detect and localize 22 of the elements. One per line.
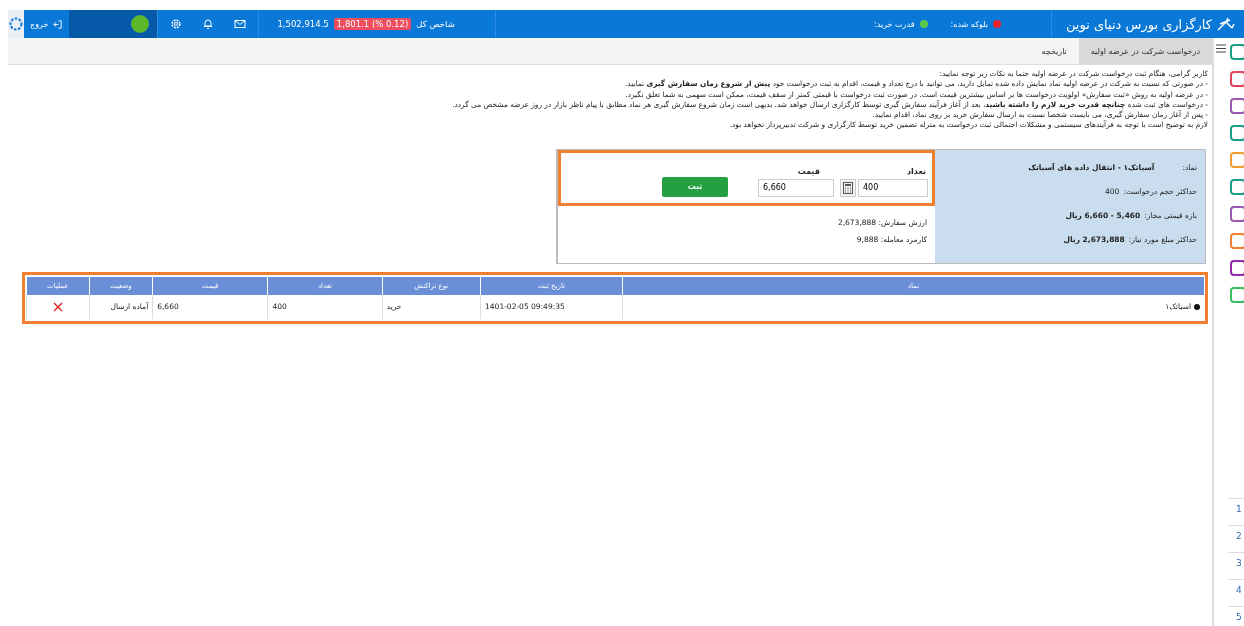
submit-button[interactable]: ثبت	[662, 176, 728, 197]
delete-button[interactable]	[51, 300, 64, 313]
mail-icon[interactable]	[234, 19, 247, 29]
calculator-button[interactable]	[840, 178, 856, 197]
logout-button[interactable]: خروج	[24, 10, 70, 38]
index-label: شاخص کل	[416, 19, 455, 29]
tab[interactable]: تاریخچه	[1029, 38, 1079, 64]
field-label: قیمت	[796, 166, 821, 176]
logo-icon	[1216, 16, 1236, 32]
tab[interactable]: درخواست شرکت در عرضه اولیه	[1078, 38, 1212, 64]
price-field[interactable]: 6,660	[758, 178, 834, 197]
index-change: 1,801.1 (% 0.12)	[333, 18, 412, 30]
field-label: تعداد	[906, 166, 927, 176]
index-value: 1,502,914.5	[277, 19, 329, 29]
menu-icon[interactable]	[1216, 44, 1226, 53]
brand-name: کارگزاری بورس دنیای نوین	[1065, 16, 1212, 32]
status-label: قدرت خرید:	[874, 19, 915, 29]
bell-icon[interactable]	[202, 18, 215, 30]
status-label: بلوکه شده:	[950, 19, 988, 29]
avatar-icon[interactable]	[131, 15, 150, 33]
exit-icon	[52, 18, 64, 30]
quantity-field[interactable]: 400	[858, 178, 928, 197]
